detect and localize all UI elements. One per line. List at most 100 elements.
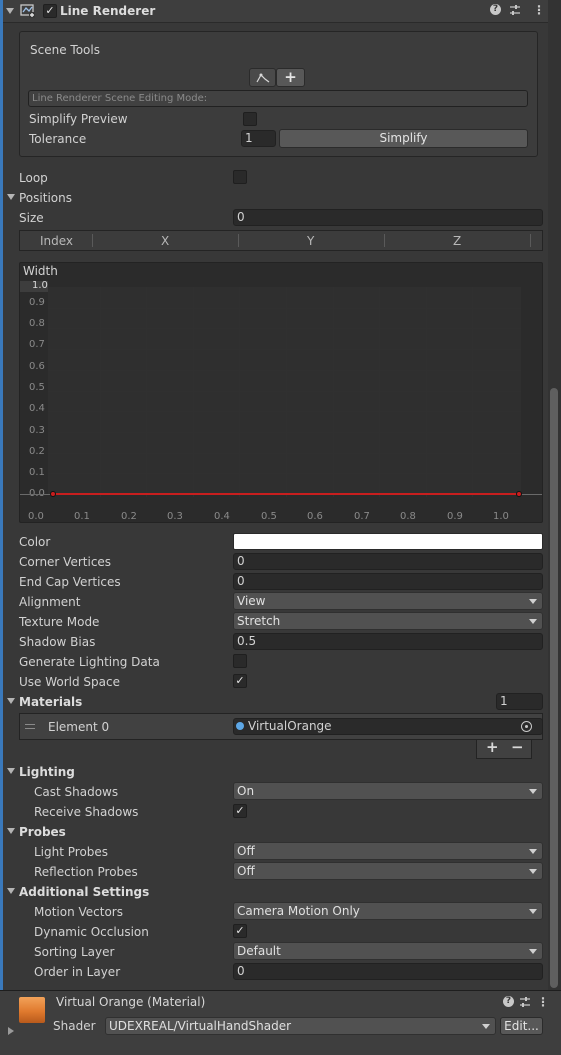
cast-shadows-value: On <box>237 784 255 798</box>
element-0-value: VirtualOrange <box>248 719 332 733</box>
object-picker-icon[interactable] <box>521 721 532 732</box>
simplify-preview-label: Simplify Preview <box>29 112 128 126</box>
chevron-down-icon <box>529 849 537 854</box>
create-points-button[interactable]: + <box>276 68 305 87</box>
y-tick-label: 0.1 <box>29 467 45 478</box>
drag-handle-icon[interactable] <box>25 724 35 729</box>
x-tick-label: 0.4 <box>214 511 230 522</box>
additional-settings-fold-arrow[interactable] <box>7 888 15 894</box>
grid-line-horizontal <box>48 349 521 351</box>
context-menu-icon[interactable]: ⋮ <box>537 994 549 1010</box>
shader-dropdown[interactable]: UDEXREAL/VirtualHandShader <box>105 1017 496 1035</box>
grid-line-vertical <box>379 287 381 497</box>
probes-fold-arrow[interactable] <box>7 828 15 834</box>
use-world-space-label: Use World Space <box>19 675 121 689</box>
use-world-space-checkbox[interactable]: ✓ <box>233 674 247 688</box>
grid-line-vertical <box>425 287 427 497</box>
loop-checkbox[interactable] <box>233 170 247 184</box>
alignment-dropdown[interactable]: View <box>233 592 543 610</box>
material-fold-arrow[interactable] <box>8 1027 14 1035</box>
grid-line-horizontal <box>48 328 521 330</box>
tolerance-input[interactable]: 1 <box>241 130 276 147</box>
element-0-object-field[interactable]: VirtualOrange <box>233 718 543 735</box>
grid-line-vertical <box>472 287 474 497</box>
corner-vertices-input[interactable]: 0 <box>233 553 543 570</box>
column-divider <box>238 234 239 247</box>
color-field[interactable] <box>233 533 543 550</box>
width-curve-line[interactable] <box>53 493 519 495</box>
component-fold-arrow[interactable] <box>6 8 14 14</box>
curve-key-start[interactable] <box>50 491 56 497</box>
shader-value: UDEXREAL/VirtualHandShader <box>109 1019 292 1033</box>
y-tick-label: 1.0 <box>32 280 48 291</box>
grid-line-horizontal <box>48 431 521 433</box>
presets-icon[interactable] <box>508 3 522 17</box>
component-enabled-checkbox[interactable]: ✓ <box>43 4 57 18</box>
help-icon[interactable]: ? <box>490 4 501 15</box>
scrollbar-thumb[interactable] <box>550 388 558 988</box>
grid-line-horizontal <box>48 411 521 413</box>
motion-vectors-dropdown[interactable]: Camera Motion Only <box>233 902 543 920</box>
material-sphere-icon <box>236 722 244 730</box>
presets-icon[interactable] <box>518 995 532 1009</box>
cast-shadows-label: Cast Shadows <box>34 785 119 799</box>
shadow-bias-label: Shadow Bias <box>19 635 96 649</box>
order-in-layer-input[interactable]: 0 <box>233 963 543 980</box>
materials-fold-arrow[interactable] <box>7 698 15 704</box>
x-tick-label: 0.1 <box>74 511 90 522</box>
x-tick-label: 0.2 <box>121 511 137 522</box>
shadow-bias-input[interactable]: 0.5 <box>233 633 543 650</box>
tolerance-label: Tolerance <box>29 132 87 146</box>
texture-mode-label: Texture Mode <box>19 615 100 629</box>
help-icon[interactable]: ? <box>503 996 514 1007</box>
element-0-label: Element 0 <box>48 720 110 734</box>
edit-shader-button[interactable]: Edit... <box>500 1017 543 1035</box>
material-preview-swatch <box>19 997 45 1023</box>
light-probes-label: Light Probes <box>34 845 109 859</box>
selection-accent-bar <box>0 0 3 990</box>
reflection-probes-dropdown[interactable]: Off <box>233 862 543 880</box>
light-probes-value: Off <box>237 844 255 858</box>
x-tick-label: 0.3 <box>167 511 183 522</box>
size-input[interactable]: 0 <box>233 209 543 226</box>
positions-fold-arrow[interactable] <box>7 194 15 200</box>
grid-line-vertical <box>192 287 194 497</box>
texture-mode-dropdown[interactable]: Stretch <box>233 612 543 630</box>
end-cap-vertices-input[interactable]: 0 <box>233 573 543 590</box>
x-tick-label: 1.0 <box>493 511 509 522</box>
y-tick-label: 0.2 <box>29 446 45 457</box>
color-label: Color <box>19 535 51 549</box>
column-index: Index <box>40 234 74 248</box>
dynamic-occlusion-checkbox[interactable]: ✓ <box>233 924 247 938</box>
grid-line-horizontal <box>48 369 521 371</box>
add-element-button[interactable]: + <box>486 739 499 755</box>
lighting-fold-arrow[interactable] <box>7 768 15 774</box>
simplify-button[interactable]: Simplify <box>279 129 528 148</box>
cast-shadows-dropdown[interactable]: On <box>233 782 543 800</box>
simplify-preview-checkbox[interactable] <box>243 112 257 126</box>
alignment-value: View <box>237 594 266 608</box>
probes-label: Probes <box>19 825 66 839</box>
context-menu-icon[interactable]: ⋮ <box>533 2 545 18</box>
receive-shadows-checkbox[interactable]: ✓ <box>233 804 247 818</box>
edit-points-button[interactable] <box>249 68 276 87</box>
list-footer <box>476 740 532 759</box>
column-divider <box>92 234 93 247</box>
materials-count-input[interactable]: 1 <box>496 693 543 710</box>
edit-points-icon <box>255 73 269 83</box>
end-cap-vertices-label: End Cap Vertices <box>19 575 121 589</box>
corner-vertices-label: Corner Vertices <box>19 555 112 569</box>
light-probes-dropdown[interactable]: Off <box>233 842 543 860</box>
y-tick-label: 0.4 <box>29 403 45 414</box>
component-header[interactable]: ✓ Line Renderer ? ⋮ <box>3 0 548 23</box>
grid-line-horizontal <box>48 307 521 309</box>
texture-mode-value: Stretch <box>237 614 281 628</box>
positions-label: Positions <box>19 191 72 205</box>
curve-key-end[interactable] <box>516 491 522 497</box>
generate-lighting-checkbox[interactable] <box>233 654 247 668</box>
remove-element-button[interactable]: − <box>511 739 524 755</box>
reflection-probes-value: Off <box>237 864 255 878</box>
grid-line-vertical <box>239 287 241 497</box>
column-z: Z <box>453 234 462 248</box>
sorting-layer-dropdown[interactable]: Default <box>233 942 543 960</box>
